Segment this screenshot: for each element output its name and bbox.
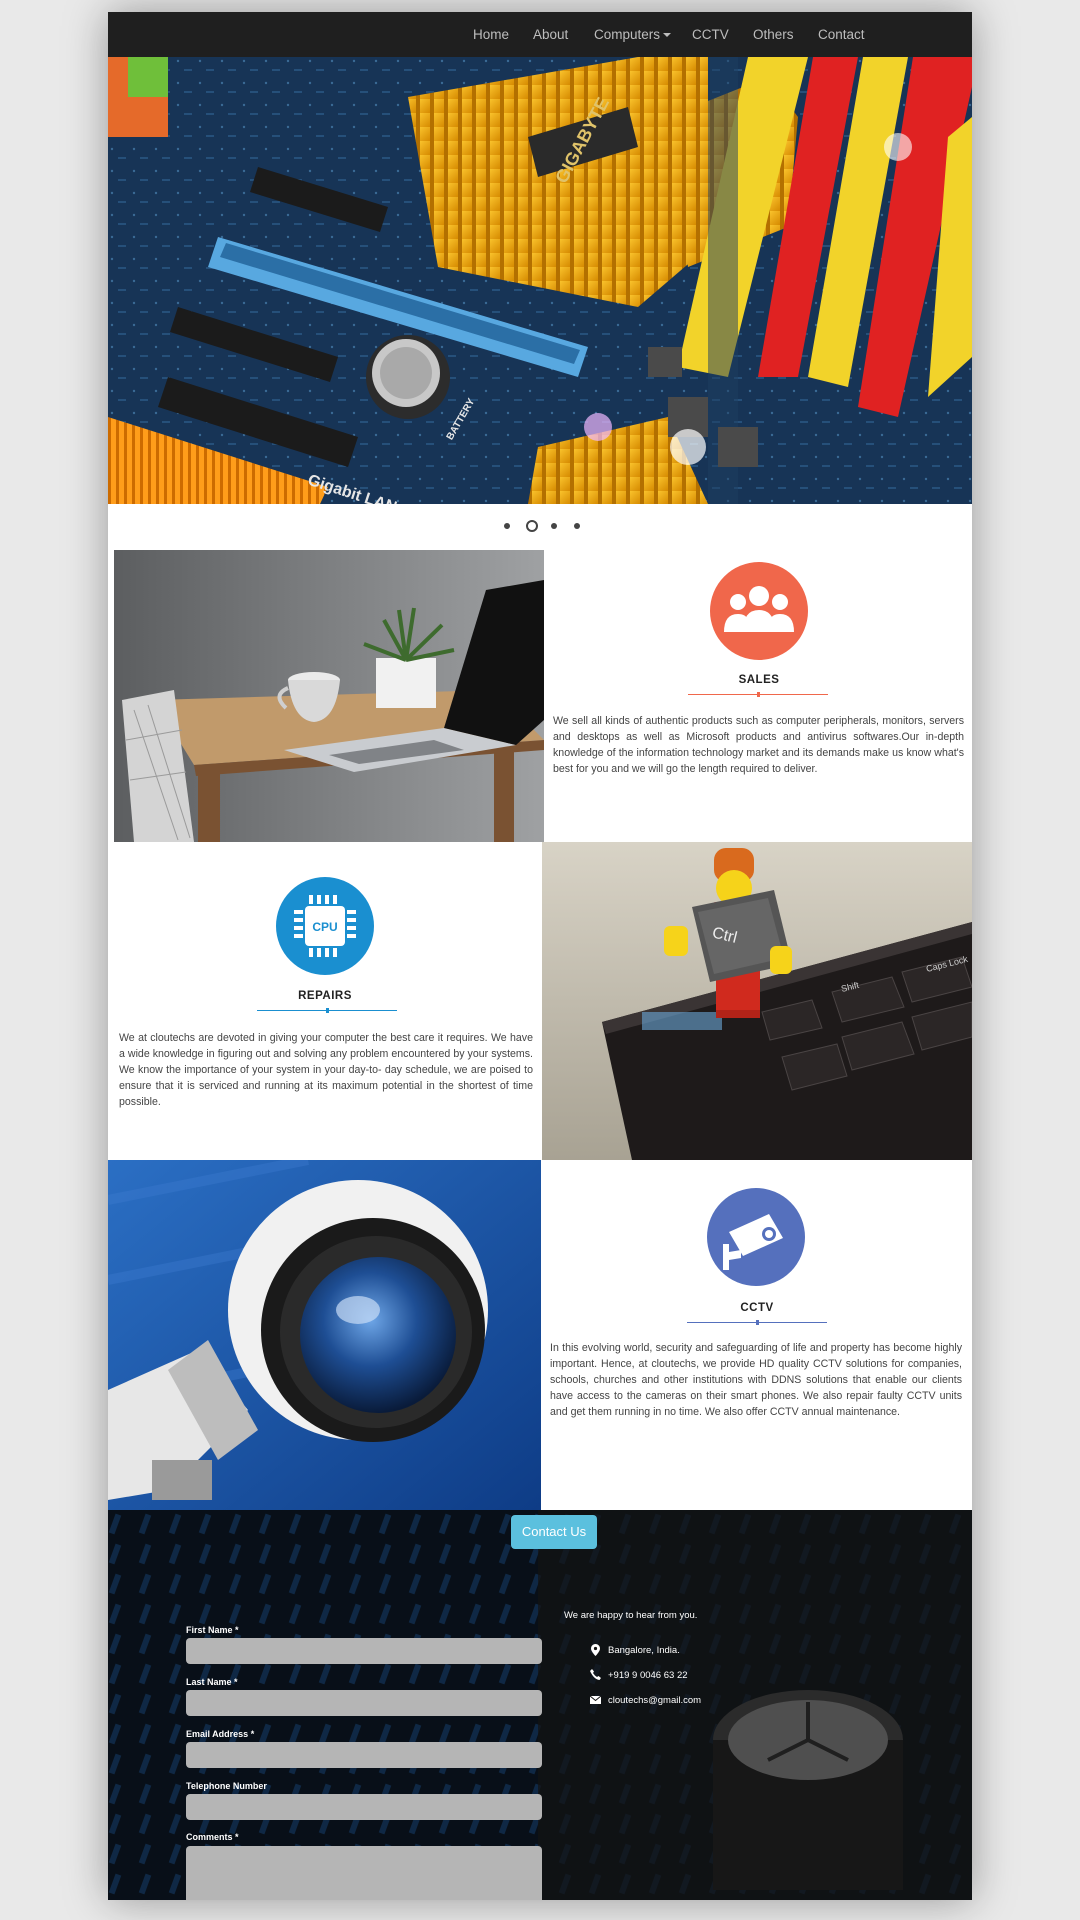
envelope-icon xyxy=(590,1696,601,1704)
cctv-title: CCTV xyxy=(740,1302,774,1314)
security-camera-icon xyxy=(707,1188,805,1286)
nav-computers[interactable]: Computers xyxy=(594,12,672,57)
cctv-divider xyxy=(687,1320,827,1325)
hero-slide: GIGABYTE BATTERY Gigabit LAN xyxy=(108,57,972,504)
carousel-dot-1[interactable] xyxy=(504,523,510,529)
last-name-input[interactable] xyxy=(186,1690,542,1716)
carousel-dot-4[interactable] xyxy=(574,523,580,529)
repairs-title: REPAIRS xyxy=(298,990,352,1002)
navbar: Home About Computers CCTV Others Contact xyxy=(108,12,972,58)
contact-email[interactable]: cloutechs@gmail.com xyxy=(608,1695,701,1706)
nav-computers-label: Computers xyxy=(594,27,661,42)
nav-about[interactable]: About xyxy=(533,12,568,57)
comments-textarea[interactable] xyxy=(186,1846,542,1900)
caret-down-icon xyxy=(663,33,672,37)
telephone-input[interactable] xyxy=(186,1794,542,1820)
cctv-camera-image xyxy=(108,1160,541,1510)
first-name-label: First Name * xyxy=(186,1625,239,1635)
laptop-photo xyxy=(114,550,544,842)
contact-tagline: We are happy to hear from you. xyxy=(564,1610,698,1621)
repairs-section: CPU REPAIRS We at cloutechs are devoted … xyxy=(112,842,542,1172)
lego-keyboard-image: Caps Lock Shift Ctrl xyxy=(542,842,972,1160)
sales-divider xyxy=(688,692,828,697)
users-group-icon xyxy=(710,562,808,660)
phone-icon xyxy=(590,1669,601,1680)
first-name-input[interactable] xyxy=(186,1638,542,1664)
cctv-camera-photo xyxy=(108,1160,541,1510)
cctv-section: CCTV In this evolving world, security an… xyxy=(541,1160,969,1510)
email-input[interactable] xyxy=(186,1742,542,1768)
carousel-indicators xyxy=(108,520,972,534)
sales-description: We sell all kinds of authentic products … xyxy=(553,715,964,775)
contact-section: Contact Us First Name * Last Name * Emai… xyxy=(108,1510,972,1900)
page: Home About Computers CCTV Others Contact xyxy=(108,12,972,1900)
laptop-image xyxy=(114,550,544,842)
motherboard-image: GIGABYTE BATTERY Gigabit LAN xyxy=(108,57,972,504)
contact-us-button[interactable]: Contact Us xyxy=(511,1515,597,1549)
sales-section: SALES We sell all kinds of authentic pro… xyxy=(544,550,972,842)
comments-label: Comments * xyxy=(186,1832,239,1842)
nav-cctv[interactable]: CCTV xyxy=(692,12,729,57)
map-marker-icon xyxy=(591,1644,600,1656)
last-name-label: Last Name * xyxy=(186,1677,238,1687)
carousel-dot-3[interactable] xyxy=(551,523,557,529)
carousel-dot-2[interactable] xyxy=(526,520,538,532)
repairs-divider xyxy=(257,1008,397,1013)
repairs-description: We at cloutechs are devoted in giving yo… xyxy=(119,1032,533,1108)
nav-contact[interactable]: Contact xyxy=(818,12,865,57)
email-label: Email Address * xyxy=(186,1729,255,1739)
contact-location: Bangalore, India. xyxy=(608,1645,680,1656)
contact-phone: +919 9 0046 63 22 xyxy=(608,1670,688,1681)
cpu-chip-icon: CPU xyxy=(276,877,374,975)
nav-others[interactable]: Others xyxy=(753,12,794,57)
lego-keyboard-photo: Caps Lock Shift Ctrl xyxy=(542,842,972,1160)
nav-home[interactable]: Home xyxy=(473,12,509,57)
cpu-icon-label: CPU xyxy=(312,920,337,934)
cctv-description: In this evolving world, security and saf… xyxy=(550,1342,962,1418)
telephone-label: Telephone Number xyxy=(186,1781,267,1791)
sales-title: SALES xyxy=(738,674,780,686)
